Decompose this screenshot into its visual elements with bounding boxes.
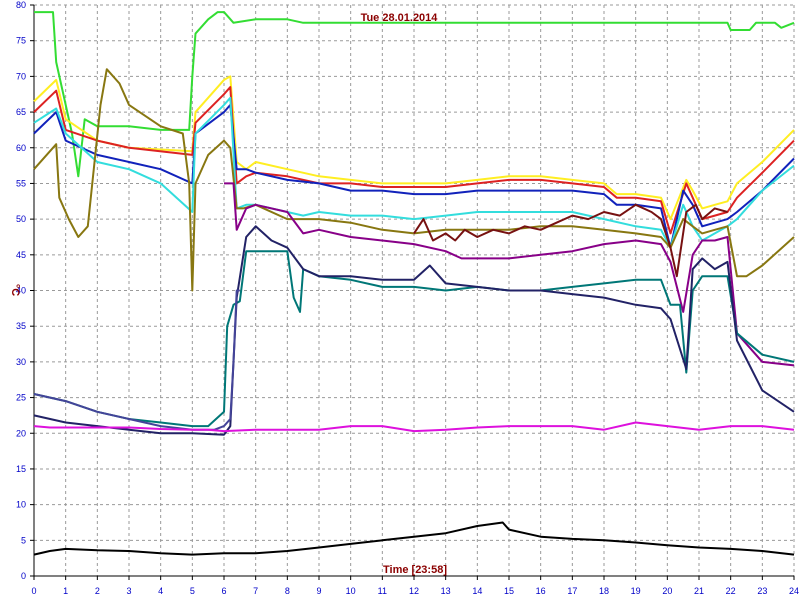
x-tick-label: 21 [694,586,704,596]
x-tick-label: 4 [158,586,163,596]
line-chart: 0 1 2 3 4 5 6 7 8 9 10 11 12 13 14 15 16 17 18 19 20 21 22 23 24… [0,0,800,600]
x-tick-label: 8 [285,586,290,596]
chart-window: 0 1 2 3 4 5 6 7 8 9 10 11 12 13 14 15 16 17 18 19 20 21 22 23 24… [0,0,800,600]
x-tick-label: 17 [567,586,577,596]
x-tick-label: 10 [346,586,356,596]
x-tick-label: 23 [757,586,767,596]
x-tick-label: 24 [789,586,799,596]
y-tick-label: 45 [16,250,26,260]
y-tick-label: 5 [21,535,26,545]
x-tick-label: 3 [126,586,131,596]
x-tick-label: 6 [221,586,226,596]
chart-title: Tue 28.01.2014 [361,12,439,24]
y-tick-label: 75 [16,36,26,46]
x-tick-label: 14 [472,586,482,596]
y-tick-label: 10 [16,500,26,510]
y-tick-label: 65 [16,107,26,117]
x-tick-label: 20 [662,586,672,596]
x-tick-label: 1 [63,586,68,596]
x-tick-label: 9 [316,586,321,596]
y-tick-label: 70 [16,71,26,81]
x-tick-label: 16 [536,586,546,596]
x-tick-label: 2 [95,586,100,596]
y-tick-label: 15 [16,464,26,474]
y-tick-label: 35 [16,321,26,331]
y-tick-label: 20 [16,428,26,438]
y-tick-label: 55 [16,178,26,188]
y-tick-label: 50 [16,214,26,224]
x-tick-label: 0 [31,586,36,596]
x-tick-label: 13 [441,586,451,596]
y-axis-label: °C [9,284,21,296]
y-tick-label: 80 [16,0,26,10]
x-tick-label: 5 [190,586,195,596]
x-tick-label: 19 [631,586,641,596]
y-tick-label: 30 [16,357,26,367]
x-tick-label: 11 [378,586,387,596]
x-tick-label: 12 [409,586,419,596]
x-tick-label: 15 [504,586,514,596]
x-tick-label: 22 [726,586,736,596]
x-tick-label: 7 [253,586,258,596]
x-tick-label: 18 [599,586,609,596]
y-tick-label: 25 [16,393,26,403]
y-tick-label: 0 [21,571,26,581]
x-axis-label: Time [23:58] [383,564,447,576]
y-tick-label: 60 [16,143,26,153]
